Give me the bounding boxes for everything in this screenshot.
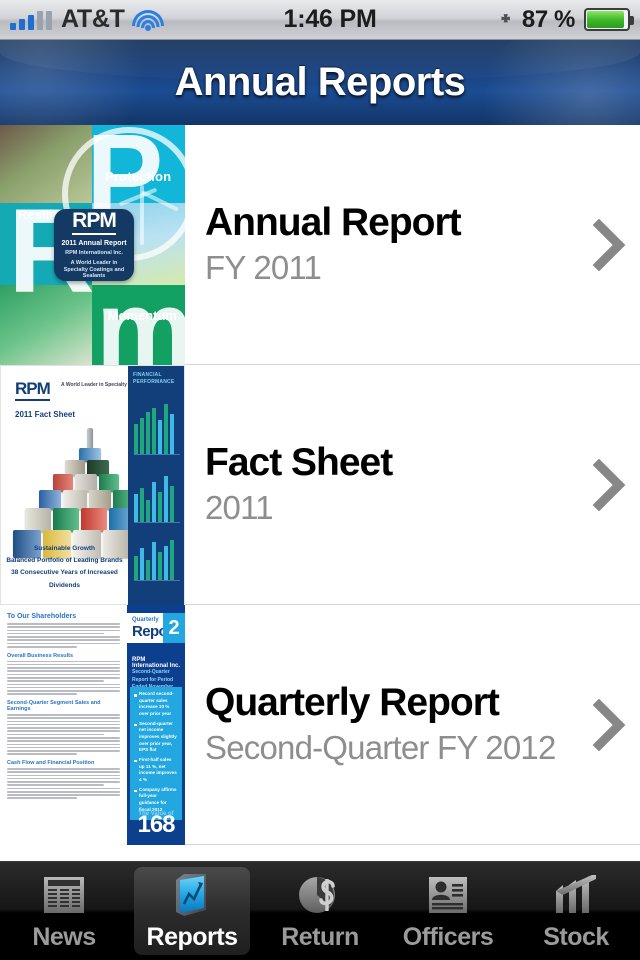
cover-company: RPM International Inc. (132, 657, 181, 669)
cover-bullet-2: Second-quarter net income improves sligh… (134, 721, 178, 754)
signal-bars-icon (10, 10, 52, 30)
cover-bullet-3: First-half sales up 11 %, net income imp… (134, 757, 178, 784)
cover-bullet-1: Record second-quarter sales increase 10 … (134, 691, 178, 718)
bluetooth-icon: ᛭ (498, 5, 513, 33)
wifi-icon (131, 9, 164, 31)
pie-dollar-icon (294, 871, 346, 919)
tab-return[interactable]: Return (256, 862, 384, 960)
cover-bullet-4: Company affirms full-year guidance for f… (134, 787, 178, 814)
letter-sub-2: Second-Quarter Segment Sales and Earning… (7, 699, 101, 712)
tab-reports[interactable]: Reports (128, 862, 256, 960)
list-item[interactable]: To Our Shareholders Overall Business Res… (0, 605, 640, 845)
letter-sub-1: Overall Business Results (7, 652, 74, 659)
battery-icon (584, 8, 634, 31)
badge-line-3: A World Leader in Specialty Coatings and… (63, 259, 125, 280)
carrier-label: AT&T (61, 5, 125, 33)
cover-highlights: Record second-quarter sales increase 10 … (130, 687, 182, 821)
fact-sheet-footer: Sustainable Growth Balanced Portfolio of… (1, 543, 128, 592)
tab-label: Officers (402, 922, 494, 951)
cover-quarter-number: 2 (163, 613, 185, 643)
rpm-badge: RPM 2011 Annual Report RPM International… (54, 209, 134, 281)
tab-bar[interactable]: News Reports Return Officers Stock (0, 861, 640, 960)
tab-label: News (32, 922, 96, 951)
list-item-text: Annual Report FY 2011 (185, 125, 580, 364)
newspaper-icon (38, 871, 90, 919)
fact-sheet-foot-3: 38 Consecutive Years of Increased Divide… (11, 569, 118, 589)
annual-report-cover-art: P R m Protection Resilience Momentum RPM… (0, 125, 185, 365)
tab-label: Reports (146, 922, 238, 951)
tab-officers[interactable]: Officers (384, 862, 512, 960)
fact-sheet-year-title: 2011 Fact Sheet (15, 410, 76, 419)
navigation-bar: Annual Reports (0, 40, 640, 126)
badge-line-2: RPM International Inc. (65, 249, 123, 256)
cover-value-number: 168 (137, 811, 175, 838)
list-item-subtitle: FY 2011 (205, 248, 322, 286)
cover-label-protection: Protection (105, 169, 172, 184)
status-bar-left: AT&T (0, 5, 164, 34)
report-thumbnail-annual: P R m Protection Resilience Momentum RPM… (0, 125, 185, 365)
tab-label: Return (281, 922, 359, 951)
status-bar-center: 1:46 PM (162, 5, 499, 34)
panel-heading: FINANCIAL PERFORMANCE (133, 372, 175, 385)
report-thumbnail-factsheet: RPM A World Leader in Specialty Coatings… (0, 365, 185, 605)
shareholder-letter-page: To Our Shareholders Overall Business Res… (0, 605, 127, 845)
list-item-title: Annual Report (205, 200, 462, 244)
report-thumbnail-quarterly: To Our Shareholders Overall Business Res… (0, 605, 185, 845)
tab-stock[interactable]: Stock (512, 862, 640, 960)
list-item-subtitle: 2011 (205, 488, 274, 526)
fact-sheet-foot-2: Balanced Portfolio of Leading Brands (6, 556, 123, 564)
quarterly-report-cover-art: To Our Shareholders Overall Business Res… (0, 605, 185, 845)
bar-chart-arrow-icon (550, 871, 602, 919)
list-item[interactable]: RPM A World Leader in Specialty Coatings… (0, 365, 640, 605)
status-bar-right: ᛭ 87 % (498, 6, 640, 34)
battery-percent-label: 87 % (521, 5, 576, 33)
fact-sheet-foot-1: Sustainable Growth (33, 544, 96, 552)
letter-heading: To Our Shareholders (7, 613, 77, 620)
badge-line-1: 2011 Annual Report (61, 239, 127, 247)
list-item-subtitle: Second-Quarter FY 2012 (205, 728, 556, 766)
contact-card-icon (422, 871, 474, 919)
list-item-text: Fact Sheet 2011 (185, 365, 580, 604)
list-item-title: Quarterly Report (205, 680, 500, 724)
book-chart-icon (166, 871, 218, 919)
clock-label: 1:46 PM (283, 5, 377, 33)
rpm-logo: RPM (72, 210, 117, 235)
page-title: Annual Reports (174, 60, 466, 104)
chevron-right-icon[interactable] (580, 605, 640, 844)
quarterly-cover-panel: Quarterly Report 2 RPM International Inc… (127, 605, 185, 845)
list-item-title: Fact Sheet (205, 440, 393, 484)
reports-list[interactable]: P R m Protection Resilience Momentum RPM… (0, 125, 640, 862)
financial-performance-panel: FINANCIAL PERFORMANCE (128, 366, 184, 605)
list-item-text: Quarterly Report Second-Quarter FY 2012 (185, 605, 580, 844)
chevron-right-icon[interactable] (580, 365, 640, 604)
fact-sheet-cover-art: RPM A World Leader in Specialty Coatings… (0, 365, 185, 605)
tab-news[interactable]: News (0, 862, 128, 960)
cover-label-momentum: Momentum (107, 308, 177, 323)
chevron-right-icon[interactable] (580, 125, 640, 364)
status-bar: AT&T 1:46 PM ᛭ 87 % (0, 0, 640, 40)
tab-label: Stock (543, 922, 609, 951)
app-screen: AT&T 1:46 PM ᛭ 87 % Annual Reports P R m… (0, 0, 640, 960)
rpm-logo: RPM (15, 380, 51, 401)
letter-sub-3: Cash Flow and Financial Position (7, 759, 95, 766)
list-item[interactable]: P R m Protection Resilience Momentum RPM… (0, 125, 640, 365)
